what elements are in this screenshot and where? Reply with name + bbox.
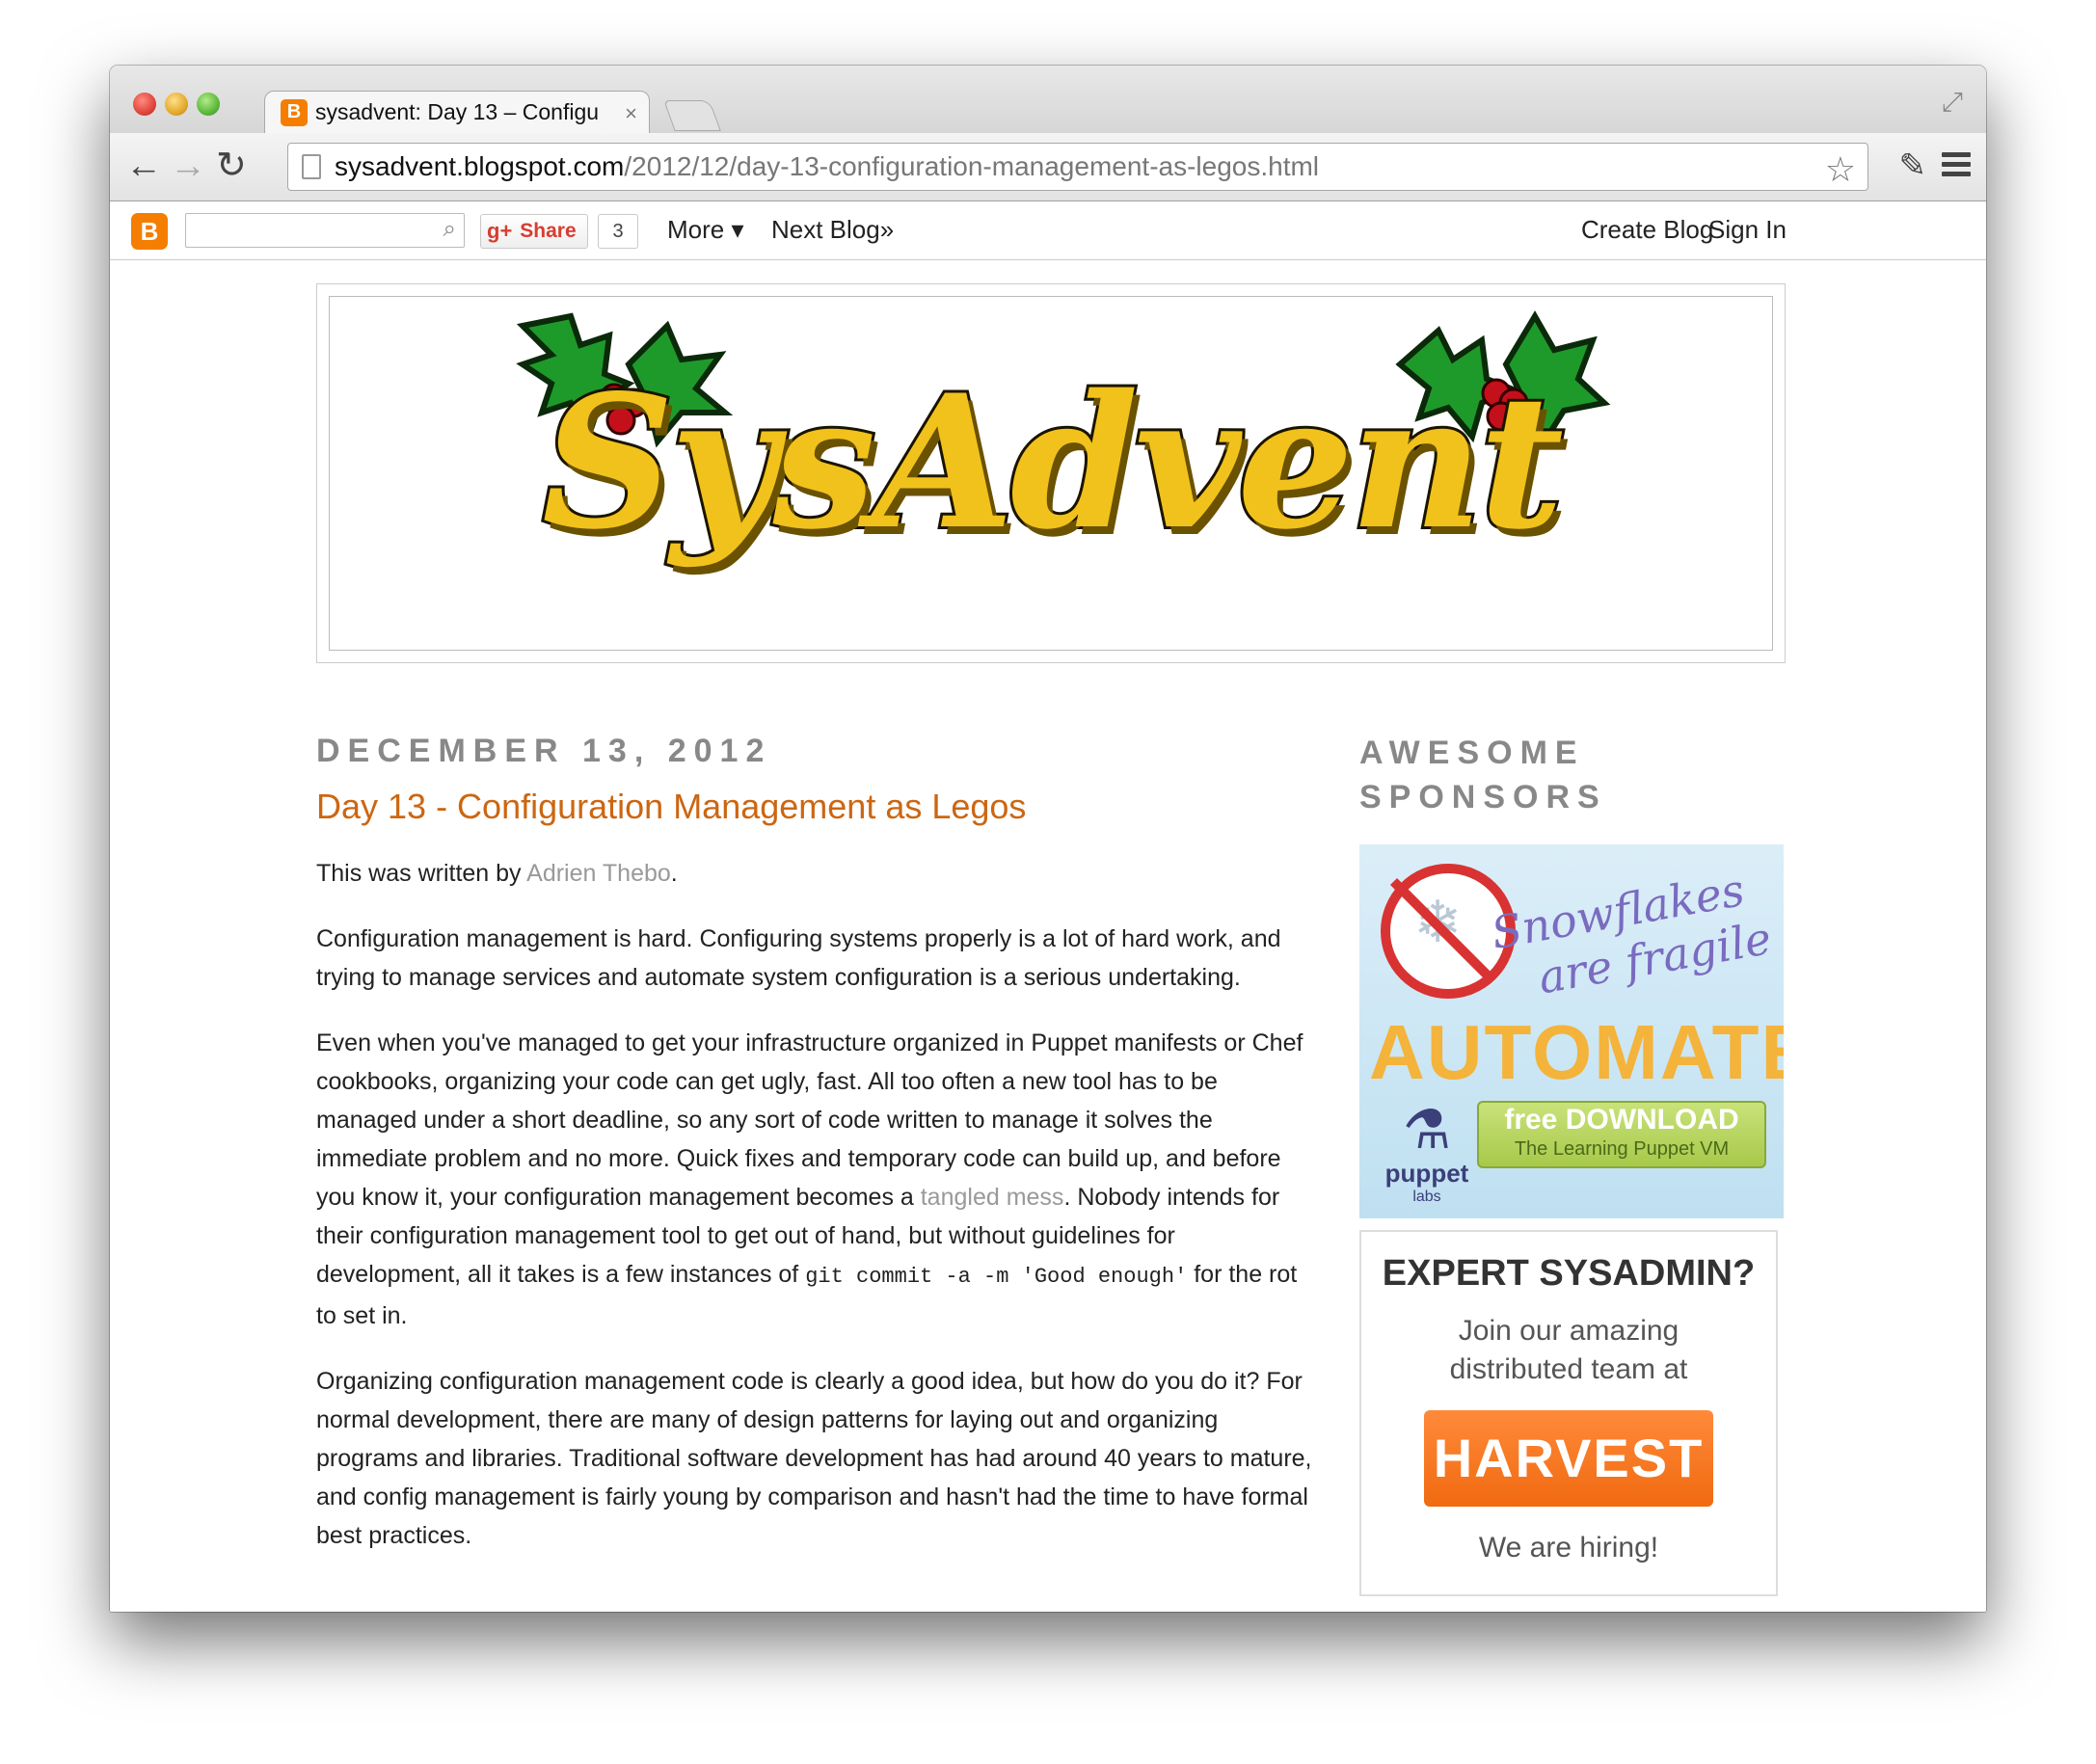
ad2-text-line: distributed team at xyxy=(1449,1353,1688,1385)
sidebar-title: AWESOME SPONSORS xyxy=(1359,735,1607,815)
reload-icon[interactable]: ↻ xyxy=(216,147,247,185)
flask-icon: ⚗ xyxy=(1402,1099,1452,1160)
free-download-button[interactable]: free DOWNLOAD The Learning Puppet VM xyxy=(1477,1101,1766,1168)
tab-close-icon[interactable]: × xyxy=(625,101,637,126)
back-arrow-icon[interactable]: ← xyxy=(125,147,162,185)
create-blog-link[interactable]: Create Blog xyxy=(1581,215,1713,245)
close-window-button[interactable] xyxy=(133,93,156,116)
puppet-brand: puppet xyxy=(1384,1159,1469,1188)
url-path: /2012/12/day-13-configuration-management… xyxy=(624,151,1320,181)
sign-in-link[interactable]: Sign In xyxy=(1708,215,1787,245)
tab-strip: B sysadvent: Day 13 – Configu × ⤢ xyxy=(110,66,1986,133)
maximize-window-button[interactable] xyxy=(197,93,220,116)
ad1-script-text: Snowflakes are fragile xyxy=(1488,860,1781,1011)
post-paragraph: Configuration management is hard. Config… xyxy=(316,925,1281,991)
browser-window: B sysadvent: Day 13 – Configu × ⤢ ← → ↻ … xyxy=(110,66,1986,1612)
page-icon xyxy=(302,154,321,179)
puppet-sponsor-ad[interactable]: ❄ Snowflakesare fragile AUTOMATE ⚗ puppe… xyxy=(1359,844,1784,1218)
sysadvent-logo: SysAdvent xyxy=(539,352,1567,573)
search-icon[interactable]: ⌕ xyxy=(443,216,456,243)
forward-arrow-icon[interactable]: → xyxy=(170,147,206,185)
post-paragraph-byline: This was written by Adrien Thebo. xyxy=(316,854,1319,893)
tab-active[interactable]: B sysadvent: Day 13 – Configu × xyxy=(264,91,650,133)
puppet-labs-logo: ⚗ puppet labs xyxy=(1379,1101,1475,1206)
puppet-brand-sub: labs xyxy=(1412,1189,1441,1205)
fullscreen-icon[interactable]: ⤢ xyxy=(1942,87,1963,119)
inline-code: git commit -a -m 'Good enough' xyxy=(805,1265,1188,1289)
ad2-title: EXPERT SYSADMIN? xyxy=(1382,1253,1756,1294)
download-label: free DOWNLOAD xyxy=(1504,1104,1739,1136)
download-sublabel: The Learning Puppet VM xyxy=(1514,1138,1730,1160)
harvest-sponsor-ad[interactable]: EXPERT SYSADMIN? Join our amazing distri… xyxy=(1359,1230,1778,1596)
post-paragraph: Even when you've managed to get your inf… xyxy=(316,1024,1319,1335)
menu-icon[interactable] xyxy=(1942,152,1971,181)
blog-header[interactable]: SysAdvent xyxy=(316,283,1786,663)
post-date: DECEMBER 13, 2012 xyxy=(316,733,772,769)
tab-title: sysadvent: Day 13 – Configu xyxy=(315,99,600,124)
post-title[interactable]: Day 13 - Configuration Management as Leg… xyxy=(316,787,1026,827)
blogger-logo-icon[interactable]: B xyxy=(131,213,168,250)
post-paragraph: Organizing configuration management code… xyxy=(316,1368,1312,1549)
byline-suffix: . xyxy=(670,860,678,887)
ad2-footer: We are hiring! xyxy=(1478,1532,1659,1564)
blog-search-input[interactable]: ⌕ xyxy=(185,213,465,248)
share-count-badge: 3 xyxy=(598,214,638,249)
address-bar[interactable]: sysadvent.blogspot.com/2012/12/day-13-co… xyxy=(287,143,1868,191)
harvest-button[interactable]: HARVEST xyxy=(1424,1410,1713,1507)
blogger-favicon-icon: B xyxy=(281,98,308,126)
automate-headline: AUTOMATE xyxy=(1369,1009,1784,1095)
more-menu[interactable]: More ▾ xyxy=(667,215,744,245)
byline-prefix: This was written by xyxy=(316,860,527,887)
gplus-share-button[interactable]: g+ Share xyxy=(480,214,588,249)
tangled-mess-link[interactable]: tangled mess xyxy=(921,1184,1064,1211)
ad2-text-line: Join our amazing xyxy=(1458,1315,1679,1347)
blogger-navbar: B ⌕ g+ Share 3 More ▾ Next Blog» Create … xyxy=(110,201,1986,260)
ad2-text: Join our amazing distributed team at xyxy=(1361,1312,1776,1389)
next-blog-link[interactable]: Next Blog» xyxy=(771,215,894,245)
page-content: SysAdvent DECEMBER 13, 2012 Day 13 - Con… xyxy=(110,260,1986,1612)
post-body: This was written by Adrien Thebo. Config… xyxy=(316,854,1319,1582)
gplus-icon: g+ xyxy=(487,219,513,243)
share-label: Share xyxy=(520,220,577,242)
url-host: sysadvent.blogspot.com xyxy=(335,151,625,181)
new-tab-button[interactable] xyxy=(663,100,721,131)
minimize-window-button[interactable] xyxy=(165,93,188,116)
browser-toolbar: ← → ↻ sysadvent.blogspot.com/2012/12/day… xyxy=(110,133,1986,201)
extension-pin-icon[interactable]: ✎ xyxy=(1899,147,1927,185)
bookmark-star-icon[interactable]: ☆ xyxy=(1825,149,1856,190)
author-link[interactable]: Adrien Thebo xyxy=(526,860,671,887)
